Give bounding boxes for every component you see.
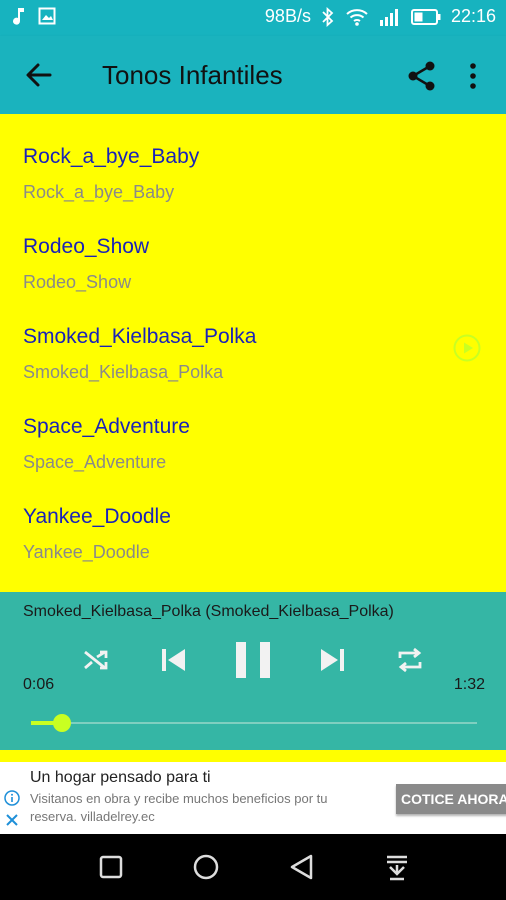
- list-item[interactable]: Smoked_Kielbasa_Polka Smoked_Kielbasa_Po…: [0, 294, 506, 384]
- app-bar: Tonos Infantiles: [0, 36, 506, 114]
- repeat-icon[interactable]: [394, 644, 426, 681]
- ad-headline: Un hogar pensado para ti: [30, 769, 211, 786]
- list-background-strip: [0, 750, 506, 762]
- list-item[interactable]: Rodeo_Show Rodeo_Show: [0, 204, 506, 294]
- ad-body: Visitanos en obra y recibe muchos benefi…: [30, 791, 328, 824]
- status-bar: 98B/s 22:16: [0, 0, 506, 36]
- network-speed: 98B/s: [264, 6, 311, 26]
- share-icon[interactable]: [404, 58, 440, 94]
- ringtone-subtitle: Yankee_Doodle: [23, 542, 150, 562]
- ad-cta-button[interactable]: COTICE AHORA: [396, 784, 506, 814]
- music-player: Smoked_Kielbasa_Polka (Smoked_Kielbasa_P…: [0, 592, 506, 750]
- signal-icon: [379, 7, 401, 27]
- notification-pull-down-icon[interactable]: [382, 852, 412, 882]
- music-note-icon: [12, 6, 26, 26]
- clock: 22:16: [450, 6, 496, 26]
- seek-track[interactable]: [31, 722, 477, 724]
- page-title: Tonos Infantiles: [102, 60, 283, 90]
- ringtone-title: Smoked_Kielbasa_Polka: [23, 325, 257, 348]
- bluetooth-icon: [321, 6, 335, 27]
- pause-icon[interactable]: [234, 640, 272, 685]
- ad-info-icon[interactable]: [4, 790, 20, 806]
- ringtone-subtitle: Space_Adventure: [23, 452, 167, 472]
- list-item[interactable]: Rock_a_bye_Baby Rock_a_bye_Baby: [0, 114, 506, 204]
- ad-close-icon[interactable]: [4, 812, 20, 828]
- ringtone-list: Rock_a_bye_Baby Rock_a_bye_Baby Rodeo_Sh…: [0, 114, 506, 592]
- next-icon[interactable]: [316, 644, 348, 681]
- ringtone-title: Rodeo_Show: [23, 235, 150, 258]
- ringtone-subtitle: Rock_a_bye_Baby: [23, 182, 175, 202]
- more-vert-icon[interactable]: [460, 58, 486, 94]
- play-circle-icon[interactable]: [452, 333, 482, 363]
- previous-icon[interactable]: [158, 644, 190, 681]
- ringtone-title: Space_Adventure: [23, 415, 190, 438]
- total-duration: 1:32: [453, 676, 485, 693]
- back-arrow-icon[interactable]: [22, 58, 56, 92]
- system-nav-bar: [0, 834, 506, 900]
- list-item[interactable]: Space_Adventure Space_Adventure: [0, 384, 506, 474]
- ringtone-title: Rock_a_bye_Baby: [23, 145, 200, 168]
- recents-square-icon[interactable]: [96, 852, 126, 882]
- list-item[interactable]: Yankee_Doodle Yankee_Doodle: [0, 474, 506, 564]
- image-icon: [38, 7, 56, 25]
- back-triangle-icon[interactable]: [287, 852, 317, 882]
- now-playing-title: Smoked_Kielbasa_Polka (Smoked_Kielbasa_P…: [23, 603, 394, 620]
- elapsed-time: 0:06: [23, 676, 55, 693]
- ringtone-title: Yankee_Doodle: [23, 505, 171, 528]
- seek-thumb[interactable]: [53, 714, 72, 732]
- battery-icon: [410, 8, 441, 26]
- wifi-icon: [345, 7, 369, 27]
- ad-banner[interactable]: Un hogar pensado para ti Visitanos en ob…: [0, 762, 506, 834]
- home-circle-icon[interactable]: [191, 852, 221, 882]
- ringtone-subtitle: Smoked_Kielbasa_Polka: [23, 362, 224, 382]
- ringtone-subtitle: Rodeo_Show: [23, 272, 132, 292]
- shuffle-icon[interactable]: [80, 644, 112, 681]
